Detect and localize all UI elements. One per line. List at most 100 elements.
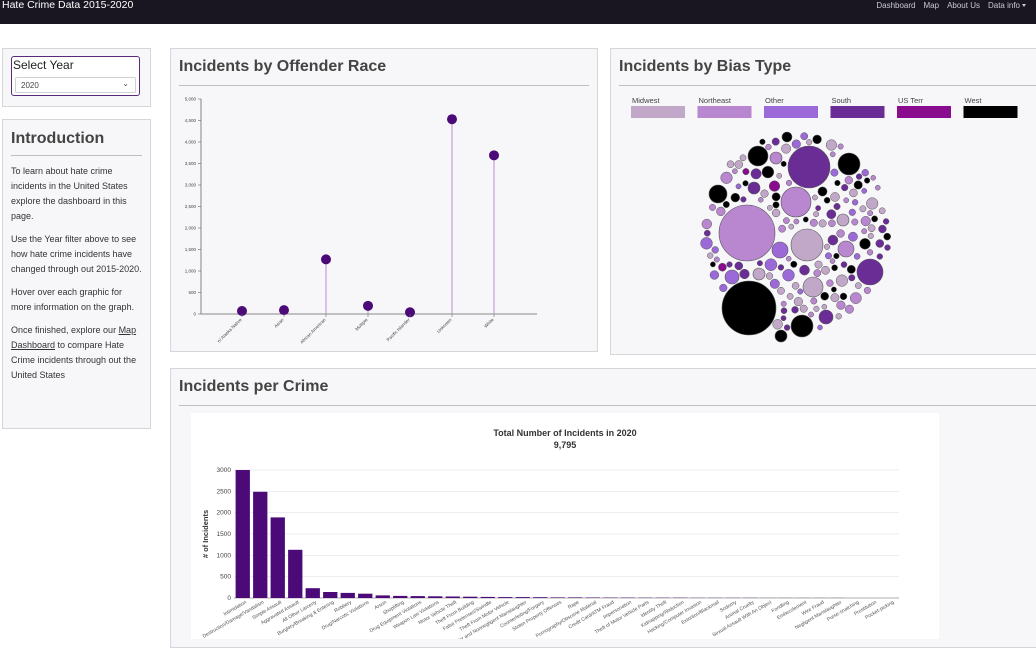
bias-bubble (824, 197, 830, 203)
crime-bar (498, 597, 512, 598)
bias-bubble (854, 253, 860, 259)
nav-map[interactable]: Map (924, 0, 940, 12)
bias-bubble (772, 242, 788, 258)
bias-bubble (818, 325, 823, 330)
bias-bubble (762, 166, 774, 178)
bias-bubble (848, 232, 857, 241)
bias-bubble (714, 257, 719, 262)
lollipop-point (279, 305, 289, 315)
bias-bubble (845, 305, 853, 313)
bias-bubble (800, 305, 807, 312)
bias-bubble (719, 205, 775, 261)
bias-bubble (781, 301, 786, 306)
bias-bubble (778, 265, 784, 271)
bias-bubble (845, 176, 853, 184)
bias-bubble (872, 216, 878, 222)
crime-bar (551, 597, 565, 598)
bias-bubble (862, 229, 867, 234)
chevron-down-icon: ⌄ (122, 79, 129, 88)
year-select-label: Select Year (13, 58, 74, 72)
bias-bubble (801, 133, 808, 140)
bias-bubble (836, 313, 842, 319)
bias-bubble (876, 240, 884, 248)
crime-bar (516, 597, 530, 598)
nav-about-us[interactable]: About Us (947, 0, 980, 12)
bias-bubble (806, 139, 812, 145)
bias-bubble (707, 253, 713, 259)
lollipop-point (489, 150, 499, 160)
bias-bubble (727, 262, 733, 268)
y-tick-label: 1,500 (185, 247, 197, 252)
x-tick-label: Asian (273, 317, 285, 329)
year-select[interactable]: 2020 ⌄ (15, 77, 136, 93)
bias-bubble (819, 220, 826, 227)
intro-paragraph: To learn about hate crime incidents in t… (11, 164, 143, 224)
bias-bubble (849, 275, 855, 281)
x-tick-label: n/ Alaska Native (216, 317, 243, 344)
bias-bubble (838, 241, 854, 257)
bias-bubble (861, 216, 871, 226)
bias-bubble (735, 262, 743, 270)
bias-bubble (760, 139, 766, 145)
bias-bubble (781, 316, 786, 321)
y-tick-label: 0 (227, 595, 231, 602)
crime-bar (446, 597, 460, 599)
bias-bubble (783, 269, 795, 281)
nav-dashboard[interactable]: Dashboard (876, 0, 915, 12)
incidents-per-crime-title: Incidents per Crime (179, 378, 328, 396)
brand-title[interactable]: Hate Crime Data 2015-2020 (2, 0, 133, 11)
x-tick-label: Unknown (436, 317, 453, 334)
bias-bubble (770, 279, 779, 288)
bias-bubble (792, 282, 799, 289)
intro-text-before-link: Once finished, explore our (11, 325, 119, 335)
bias-bubble (770, 152, 782, 164)
bias-bubble (792, 306, 799, 313)
bias-bubble (813, 211, 818, 216)
bias-bubble (831, 294, 839, 302)
y-tick-label: 1,000 (185, 269, 197, 274)
crime-bar (288, 550, 302, 598)
bar-chart-title: Total Number of Incidents in 2020 (493, 428, 636, 438)
bias-bubble (722, 281, 776, 335)
y-tick-label: 3,000 (185, 183, 197, 188)
bias-bubble (815, 261, 822, 268)
nav-data-info-dropdown[interactable]: Data info (988, 0, 1026, 12)
bias-bubble (847, 265, 855, 273)
bias-bubble (856, 174, 862, 180)
bias-bubble (782, 132, 792, 142)
bias-bubble (794, 297, 803, 306)
bias-bubble (827, 210, 836, 219)
bias-bubble (844, 198, 849, 203)
bias-bubble (879, 208, 885, 214)
bias-bubble (879, 225, 887, 233)
bias-bubble (816, 206, 821, 211)
bias-bubble (725, 270, 739, 284)
bias-bubble (772, 209, 780, 217)
bias-type-bubble-chart: MidwestNortheastOtherSouthUS TerrWest (611, 49, 1036, 356)
lollipop-point (363, 301, 373, 311)
bias-bubble (701, 237, 713, 249)
year-select-value: 2020 (21, 81, 39, 90)
bias-bubble (792, 140, 801, 149)
bias-bubble (849, 209, 856, 216)
crime-bar (341, 593, 355, 598)
intro-paragraph-map: Once finished, explore our Map Dashboard… (11, 323, 143, 383)
y-tick-label: 3000 (217, 467, 232, 474)
bias-bubble (830, 152, 835, 157)
lollipop-point (447, 114, 457, 124)
bias-bubble (860, 238, 871, 249)
bias-bubble (751, 169, 761, 179)
bias-bubble (877, 254, 883, 260)
y-tick-label: 2,000 (185, 226, 197, 231)
bias-bubble (841, 262, 847, 268)
bias-bubble (828, 235, 838, 245)
bias-bubble (831, 287, 836, 292)
bias-bubble (781, 144, 790, 153)
bias-bubble (884, 233, 891, 240)
bias-bubble (840, 293, 847, 300)
bias-bubble (825, 253, 831, 259)
navbar: Hate Crime Data 2015-2020 Dashboard Map … (0, 0, 1036, 24)
bias-bubble (837, 214, 849, 226)
bias-bubble (828, 220, 835, 227)
bias-bubble (794, 219, 799, 224)
